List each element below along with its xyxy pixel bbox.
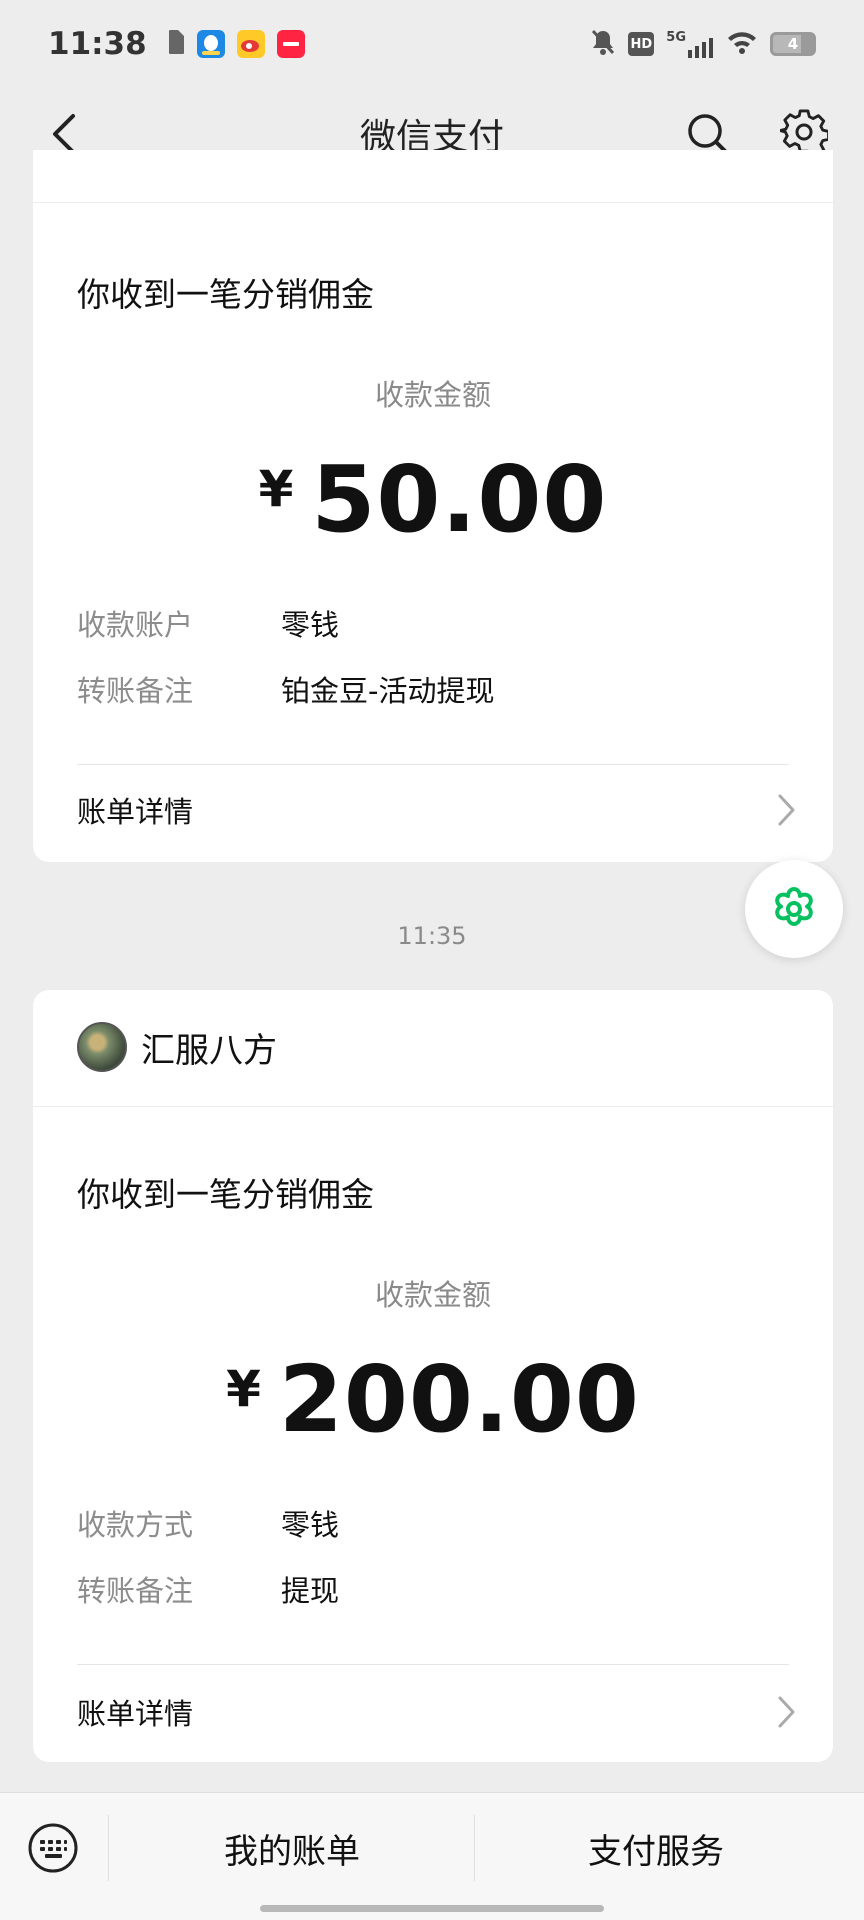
currency-symbol: ¥ [258,460,294,518]
status-bar-left: 11:38 [48,26,305,62]
battery-icon: 4 [770,32,816,56]
gear-icon [780,109,828,156]
status-bar-right: HD 5G 4 [590,28,816,60]
home-indicator[interactable] [260,1905,604,1912]
sender-name: 汇服八方 [141,1030,277,1071]
amount-display: ¥200.00 [33,1346,833,1453]
signal-5g-icon: 5G [666,30,714,58]
keyboard-toggle-button[interactable] [24,1819,82,1877]
info-value: 零钱 [281,1508,340,1542]
card-headline: 你收到一笔分销佣金 [77,275,374,314]
my-bills-button[interactable]: 我的账单 [110,1819,474,1877]
message-timestamp: 11:35 [397,922,467,950]
info-value: 零钱 [281,608,340,642]
amount-value: 200.00 [278,1346,640,1453]
info-value: 铂金豆-活动提现 [281,674,495,708]
amount-value: 50.00 [311,446,608,553]
info-key: 收款账户 [77,608,194,642]
info-value: 提现 [281,1574,340,1608]
card-header-divider [33,1106,833,1107]
sender-header[interactable]: 汇服八方 [77,1022,277,1072]
wifi-icon [726,30,758,58]
battery-level: 4 [787,35,799,53]
payment-card-1: 你收到一笔分销佣金 收款金额 ¥50.00 收款账户 零钱 转账备注 铂金豆-活… [33,150,833,862]
bill-detail-label: 账单详情 [77,795,194,829]
avatar [77,1022,127,1072]
chevron-right-icon [778,794,795,826]
info-row-remark: 转账备注 提现 [77,1568,339,1610]
sim-icon [167,29,185,59]
network-type-label: 5G [666,30,686,45]
payment-card-2: 汇服八方 你收到一笔分销佣金 收款金额 ¥200.00 收款方式 零钱 转账备注… [33,990,833,1762]
hd-icon: HD [628,32,655,56]
bottom-menu-bar: 我的账单 支付服务 [0,1792,864,1920]
info-row-method: 收款方式 零钱 [77,1502,339,1544]
amount-label: 收款金额 [374,1278,491,1312]
info-key: 转账备注 [77,1574,194,1608]
bill-detail-link[interactable]: 账单详情 [77,1682,797,1742]
bottom-bar-separator [474,1815,475,1881]
amount-display: ¥50.00 [33,446,833,553]
info-row-remark: 转账备注 铂金豆-活动提现 [77,668,494,710]
info-key: 转账备注 [77,674,194,708]
keyboard-icon [28,1823,78,1873]
qq-app-icon [196,30,225,58]
wechat-pay-screen: 11:38 HD 5G 4 微信支付 你收到一笔分销佣金 收款金额 ¥ 50.0… [0,0,864,1920]
status-time: 11:38 [48,26,147,62]
chevron-right-icon [778,1696,795,1728]
card-divider [77,764,789,765]
currency-symbol: ¥ [226,1360,261,1418]
xiaohongshu-app-icon [276,30,305,58]
status-bar: 11:38 HD 5G 4 [0,0,864,88]
pay-services-button[interactable]: 支付服务 [476,1819,836,1877]
mute-bell-icon [590,28,616,60]
info-key: 收款方式 [77,1508,194,1542]
card-top-divider [33,202,833,203]
bottom-bar-separator [108,1815,109,1881]
bill-detail-label: 账单详情 [77,1697,194,1731]
info-row-account: 收款账户 零钱 [77,602,339,644]
weibo-app-icon [236,30,265,58]
bill-detail-link[interactable]: 账单详情 [77,780,797,840]
card-headline: 你收到一笔分销佣金 [77,1175,374,1214]
amount-label: 收款金额 [374,378,491,412]
card-divider [77,1664,789,1665]
